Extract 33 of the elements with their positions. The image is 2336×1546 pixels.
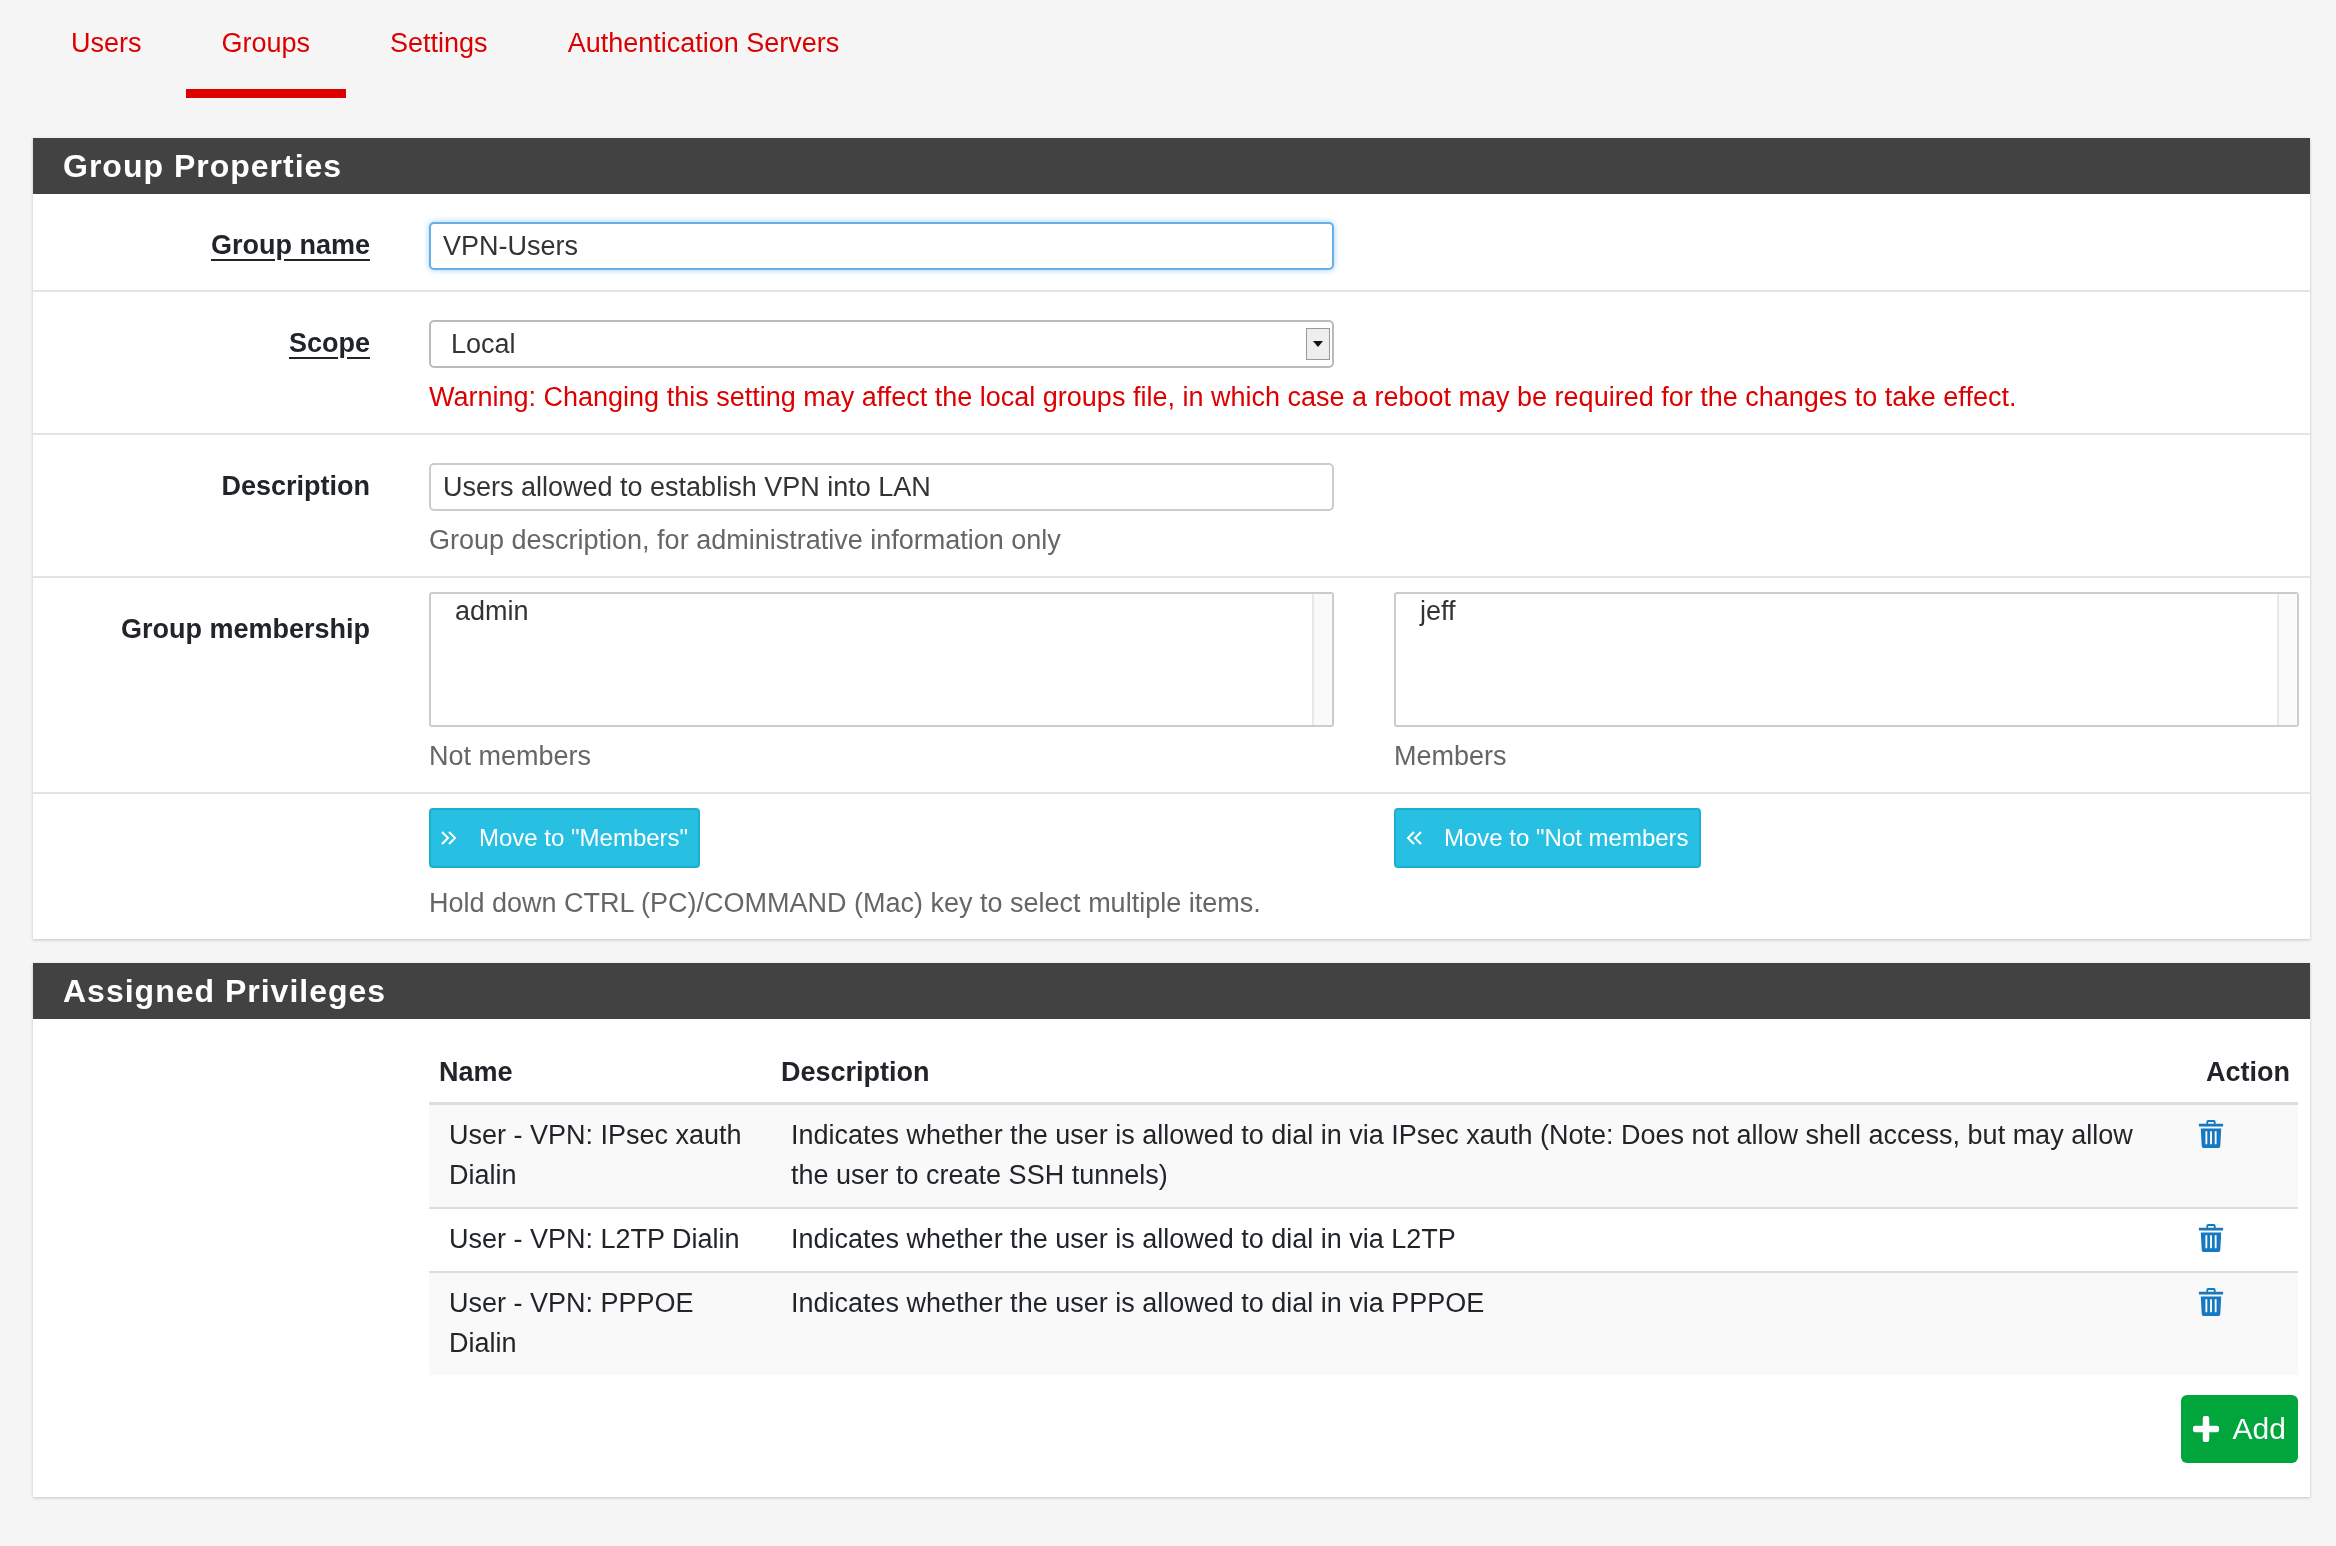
- plus-icon: [2192, 1416, 2219, 1442]
- field-label: Description: [221, 470, 370, 502]
- panel-heading: Assigned Privileges: [33, 963, 2310, 1019]
- caret-icon: [1306, 328, 1330, 360]
- list-option[interactable]: jeff: [1420, 596, 1456, 627]
- scrollbar-track[interactable]: [1312, 594, 1332, 725]
- trash-icon[interactable]: [2198, 1119, 2224, 1149]
- table-cell: Indicates whether the user is allowed to dial in via IPsec xauth (Note: Does not allow shell access, but may allow the user to create SSH tunnels): [771, 1103, 2182, 1208]
- field-label: Scope: [288, 327, 370, 359]
- table-cell: User - VPN: IPsec xauth Dialin: [429, 1103, 771, 1208]
- table-cell: User - VPN: PPPOE Dialin: [429, 1272, 771, 1375]
- description-field[interactable]: Users allowed to establish VPN into LAN: [429, 463, 1334, 511]
- multi-select-list[interactable]: jeff: [1394, 592, 2299, 727]
- field-label: Group membership: [120, 613, 370, 645]
- table-cell: Indicates whether the user is allowed to dial in via PPPOE: [771, 1272, 2182, 1375]
- help-text: Group description, for administrative information only: [429, 525, 1062, 556]
- trash-icon[interactable]: [2198, 1287, 2224, 1317]
- list-caption: Members: [1394, 741, 1508, 772]
- nav-tab[interactable]: Groups: [185, 0, 347, 98]
- scope-dropdown[interactable]: Local: [429, 320, 1334, 368]
- scrollbar-track[interactable]: [2277, 594, 2297, 725]
- nav-tab[interactable]: Users: [35, 0, 178, 98]
- field-label: Group name: [210, 229, 370, 261]
- nav-tab[interactable]: Authentication Servers: [531, 0, 876, 98]
- group-name-field[interactable]: VPN-Users: [429, 222, 1334, 270]
- warning-text: Warning: Changing this setting may affect the local groups file, in which case a reboot may be required for the changes to take effect.: [429, 382, 2018, 413]
- help-text: Hold down CTRL (PC)/COMMAND (Mac) key to select multiple items.: [429, 888, 1262, 919]
- trash-icon[interactable]: [2198, 1223, 2224, 1253]
- nav-tab[interactable]: Settings: [354, 0, 524, 98]
- list-option[interactable]: admin: [455, 596, 529, 627]
- panel-heading: Group Properties: [33, 138, 2310, 194]
- multi-select-list[interactable]: admin: [429, 592, 1334, 727]
- list-caption: Not members: [429, 741, 593, 772]
